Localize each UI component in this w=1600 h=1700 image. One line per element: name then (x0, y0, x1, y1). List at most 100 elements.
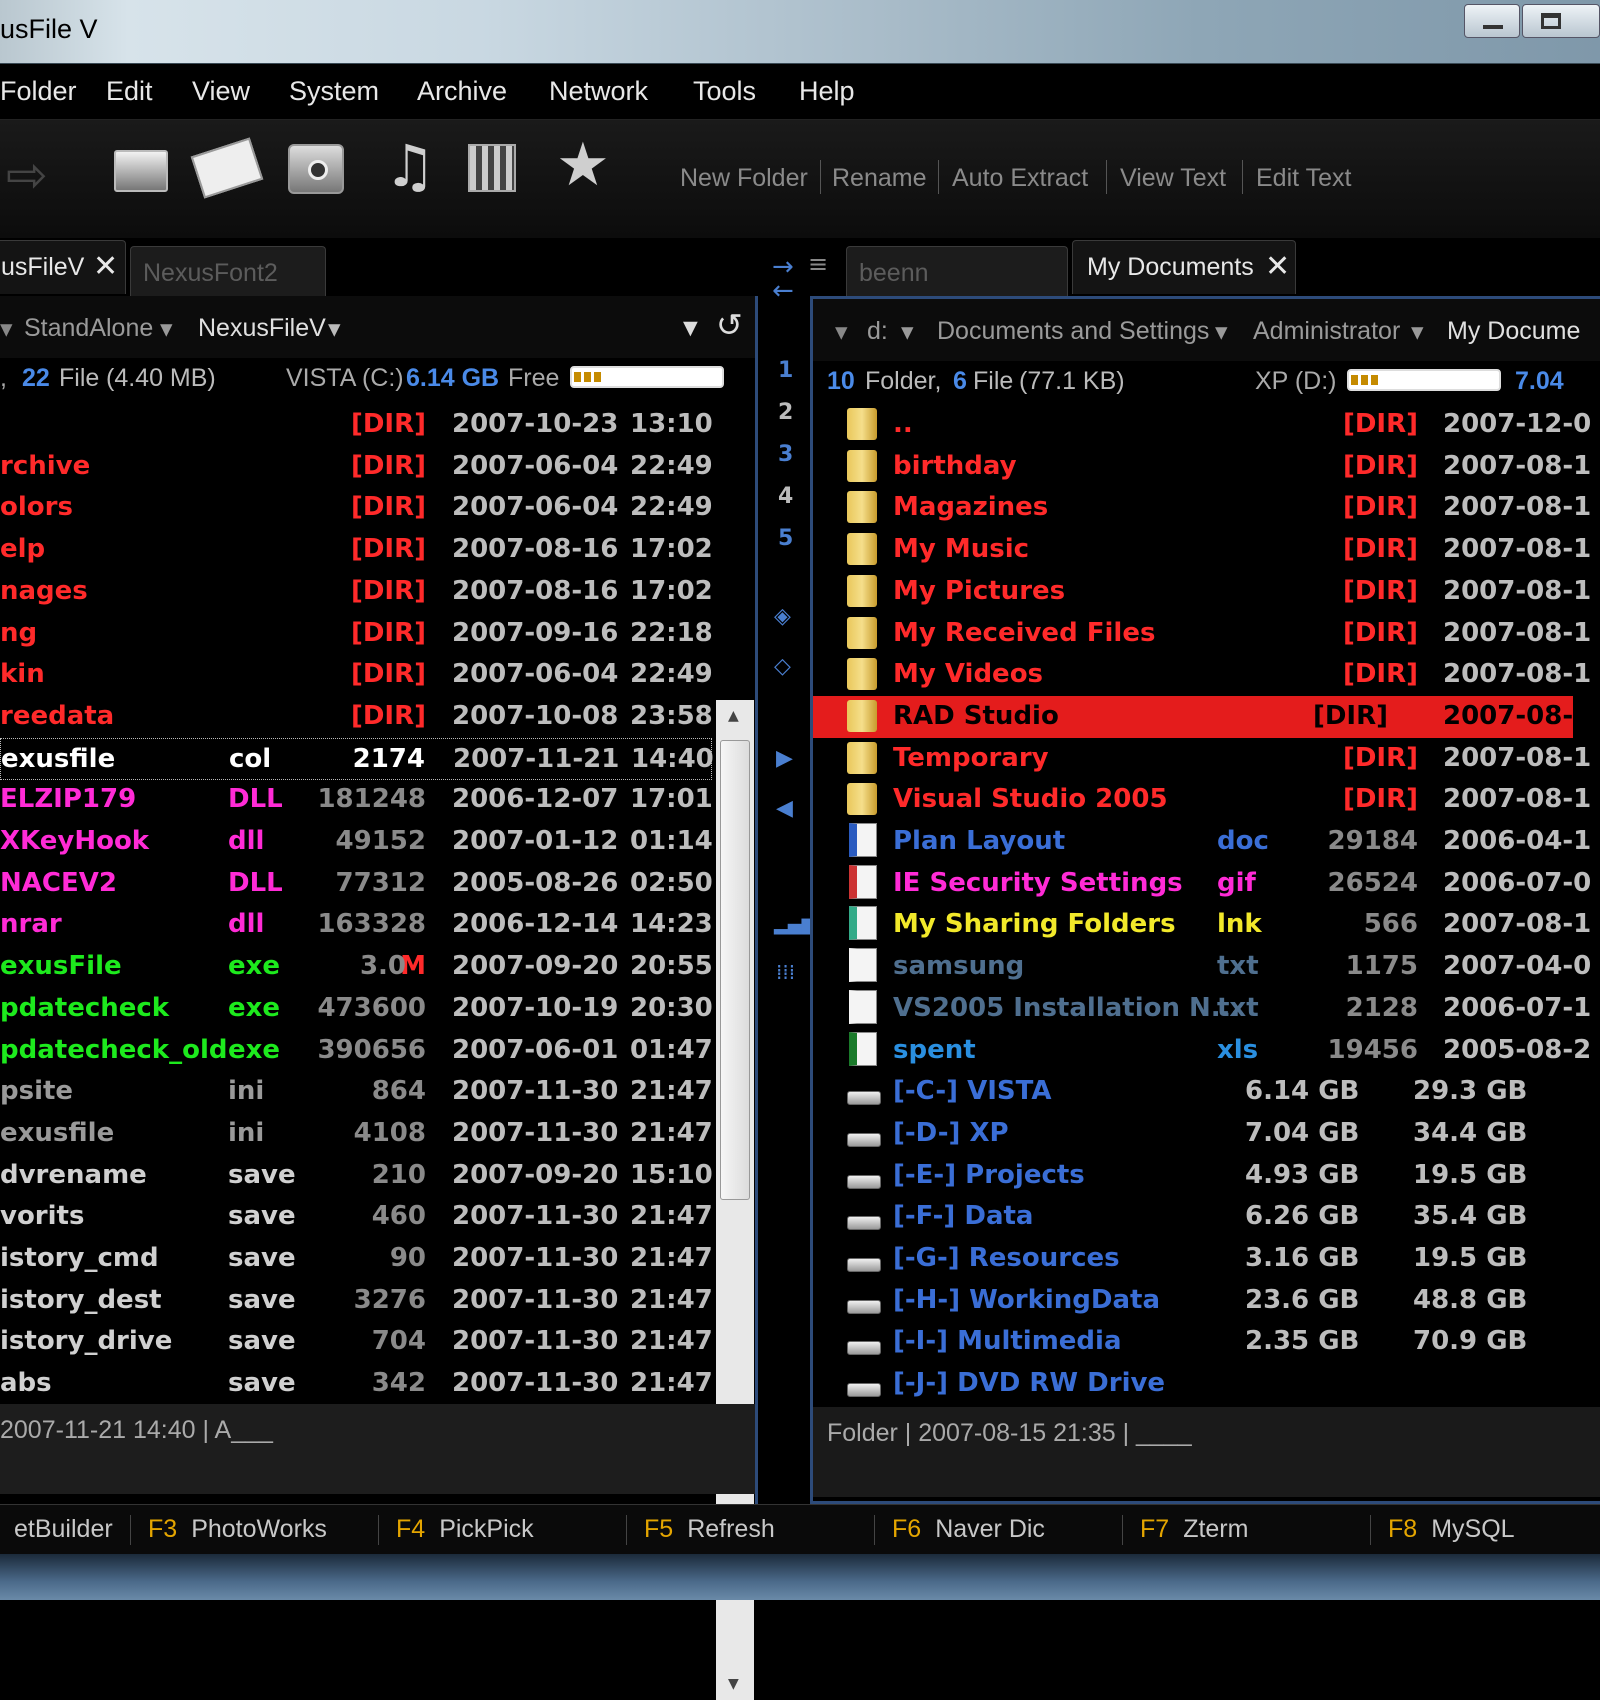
drive-row[interactable]: [-I-] Multimedia 2.35 GB 70.9 GB (813, 1321, 1600, 1363)
table-row[interactable]: pdatecheck exe 473600 2007-10-19 20:30 (0, 988, 713, 1030)
drive-row[interactable]: [-D-] XP 7.04 GB 34.4 GB (813, 1113, 1600, 1155)
tab-right-my-documents[interactable]: My Documents ✕ (1072, 240, 1296, 294)
bookmark-1[interactable]: 1 (778, 358, 793, 383)
history-dropdown-icon[interactable]: ▼ (678, 314, 703, 343)
drive-icon[interactable] (114, 150, 168, 192)
table-row[interactable]: birthday [DIR] 2007-08-1 (813, 446, 1600, 488)
fkey-f5[interactable]: F5 Refresh (644, 1515, 775, 1544)
table-row[interactable]: My Received Files [DIR] 2007-08-1 (813, 613, 1600, 655)
chevron-down-icon[interactable]: ▾ (1411, 317, 1424, 347)
close-icon[interactable]: ✕ (1265, 249, 1290, 284)
new-folder-link[interactable]: New Folder (680, 164, 808, 193)
table-row[interactable]: kin [DIR] 2007-06-04 22:49 (0, 654, 713, 696)
table-row[interactable]: My Pictures [DIR] 2007-08-1 (813, 571, 1600, 613)
table-row[interactable]: .. [DIR] 2007-12-0 (813, 404, 1600, 446)
edit-text-link[interactable]: Edit Text (1256, 164, 1351, 193)
drive-row[interactable]: [-H-] WorkingData 23.6 GB 48.8 GB (813, 1280, 1600, 1322)
table-row[interactable]: pdatecheck_old exe 390656 2007-06-01 01:47 (0, 1030, 713, 1072)
menu-system[interactable]: System (289, 76, 379, 107)
table-row[interactable]: Magazines [DIR] 2007-08-1 (813, 487, 1600, 529)
table-row[interactable]: NACEV2 DLL 77312 2005-08-26 02:50 (0, 863, 713, 905)
fkey-f4[interactable]: F4 PickPick (396, 1515, 534, 1544)
table-row[interactable]: abs save 342 2007-11-30 21:47 (0, 1363, 713, 1405)
table-row[interactable]: nages [DIR] 2007-08-16 17:02 (0, 571, 713, 613)
table-row[interactable]: IE Security Settings gif 26524 2006-07-0 (813, 863, 1600, 905)
music-note-icon[interactable]: ♫ (384, 132, 436, 200)
table-row[interactable]: elp [DIR] 2007-08-16 17:02 (0, 529, 713, 571)
table-row[interactable]: spent xls 19456 2005-08-2 (813, 1030, 1600, 1072)
table-row[interactable]: reedata [DIR] 2007-10-08 23:58 (0, 696, 713, 738)
menu-network[interactable]: Network (549, 76, 648, 107)
close-icon[interactable]: ✕ (93, 249, 118, 284)
crumb-drive[interactable]: d: (867, 317, 888, 346)
table-row[interactable]: samsung txt 1175 2007-04-0 (813, 946, 1600, 988)
table-row[interactable]: My Sharing Folders lnk 566 2007-08-1 (813, 904, 1600, 946)
table-row[interactable]: psite ini 864 2007-11-30 21:47 (0, 1071, 713, 1113)
menu-view[interactable]: View (192, 76, 250, 107)
auto-extract-link[interactable]: Auto Extract (952, 164, 1088, 193)
crumb-my-documents[interactable]: My Docume (1447, 317, 1580, 346)
tab-left-active[interactable]: usFileV ✕ (0, 240, 126, 294)
table-row[interactable]: istory_drive save 704 2007-11-30 21:47 (0, 1321, 713, 1363)
table-row[interactable]: istory_dest save 3276 2007-11-30 21:47 (0, 1280, 713, 1322)
table-row[interactable]: olors [DIR] 2007-06-04 22:49 (0, 487, 713, 529)
fkey-f3[interactable]: F3 PhotoWorks (148, 1515, 327, 1544)
menu-lines-icon[interactable]: ≡ (808, 250, 828, 278)
menu-help[interactable]: Help (799, 76, 855, 107)
sync-icon[interactable]: ◈ (774, 604, 791, 629)
minimize-button[interactable] (1464, 4, 1520, 38)
copy-left-arrow-icon[interactable]: ← (772, 276, 794, 306)
table-row[interactable]: Visual Studio 2005 [DIR] 2007-08-1 (813, 779, 1600, 821)
bookmark-2[interactable]: 2 (778, 400, 793, 425)
scroll-up-icon[interactable]: ▲ (728, 708, 739, 724)
chevron-down-icon[interactable]: ▾ (1215, 317, 1228, 347)
chevron-down-icon[interactable]: ▾ (328, 314, 341, 344)
crumb-administrator[interactable]: Administrator (1253, 317, 1400, 346)
drive-row[interactable]: [-F-] Data 6.26 GB 35.4 GB (813, 1196, 1600, 1238)
rename-link[interactable]: Rename (832, 164, 927, 193)
scroll-down-icon[interactable]: ▼ (728, 1676, 739, 1692)
expand-left-icon[interactable]: ◀ (776, 796, 793, 821)
camera-icon[interactable] (288, 144, 344, 194)
chevron-down-icon[interactable]: ▾ (0, 314, 13, 344)
bookmark-5[interactable]: 5 (778, 526, 793, 551)
menu-edit[interactable]: Edit (106, 76, 153, 107)
table-row[interactable]: ELZIP179 DLL 181248 2006-12-07 17:01 (0, 779, 713, 821)
refresh-icon[interactable]: ↺ (716, 306, 743, 344)
chevron-down-icon[interactable]: ▾ (160, 314, 173, 344)
table-row[interactable]: rchive [DIR] 2007-06-04 22:49 (0, 446, 713, 488)
expand-right-icon[interactable]: ▶ (776, 746, 793, 771)
photos-icon[interactable] (190, 137, 264, 199)
menu-folder[interactable]: Folder (0, 76, 77, 107)
drive-row[interactable]: [-J-] DVD RW Drive (813, 1363, 1600, 1405)
drive-row[interactable]: [-E-] Projects 4.93 GB 19.5 GB (813, 1155, 1600, 1197)
chevron-down-icon[interactable]: ▾ (901, 317, 914, 347)
maximize-button[interactable] (1522, 4, 1600, 38)
bookmark-4[interactable]: 4 (778, 484, 793, 509)
scroll-thumb[interactable] (720, 740, 750, 1200)
table-row[interactable]: Temporary [DIR] 2007-08-1 (813, 738, 1600, 780)
table-row[interactable]: Plan Layout doc 29184 2006-04-1 (813, 821, 1600, 863)
star-icon[interactable]: ★ (556, 130, 610, 200)
film-clapper-icon[interactable] (468, 144, 516, 192)
tab-left-nexusfont[interactable]: NexusFont2 (130, 246, 326, 300)
table-row[interactable]: VS2005 Installation N... txt 2128 2006-07-1 (813, 988, 1600, 1030)
table-row[interactable]: ng [DIR] 2007-09-16 22:18 (0, 613, 713, 655)
grip-icon[interactable]: ⁞⁞⁞ (776, 960, 795, 984)
table-row[interactable]: My Music [DIR] 2007-08-1 (813, 529, 1600, 571)
bookmark-3[interactable]: 3 (778, 442, 793, 467)
fkey-f7[interactable]: F7 Zterm (1140, 1515, 1248, 1544)
crumb-nexusfilev[interactable]: NexusFileV (198, 314, 326, 343)
forward-arrow-icon[interactable]: ⇨ (6, 146, 48, 204)
tab-right-beenn[interactable]: beenn (846, 246, 1068, 300)
table-row[interactable]: exusfile ini 4108 2007-11-30 21:47 (0, 1113, 713, 1155)
view-text-link[interactable]: View Text (1120, 164, 1226, 193)
crumb-documents-settings[interactable]: Documents and Settings (937, 317, 1209, 346)
menu-archive[interactable]: Archive (417, 76, 507, 107)
fkey-f6[interactable]: F6 Naver Dic (892, 1515, 1045, 1544)
table-row[interactable]: vorits save 460 2007-11-30 21:47 (0, 1196, 713, 1238)
table-row[interactable]: XKeyHook dll 49152 2007-01-12 01:14 (0, 821, 713, 863)
table-row[interactable]: My Videos [DIR] 2007-08-1 (813, 654, 1600, 696)
table-row[interactable]: istory_cmd save 90 2007-11-30 21:47 (0, 1238, 713, 1280)
table-row[interactable]: nrar dll 163328 2006-12-14 14:23 (0, 904, 713, 946)
